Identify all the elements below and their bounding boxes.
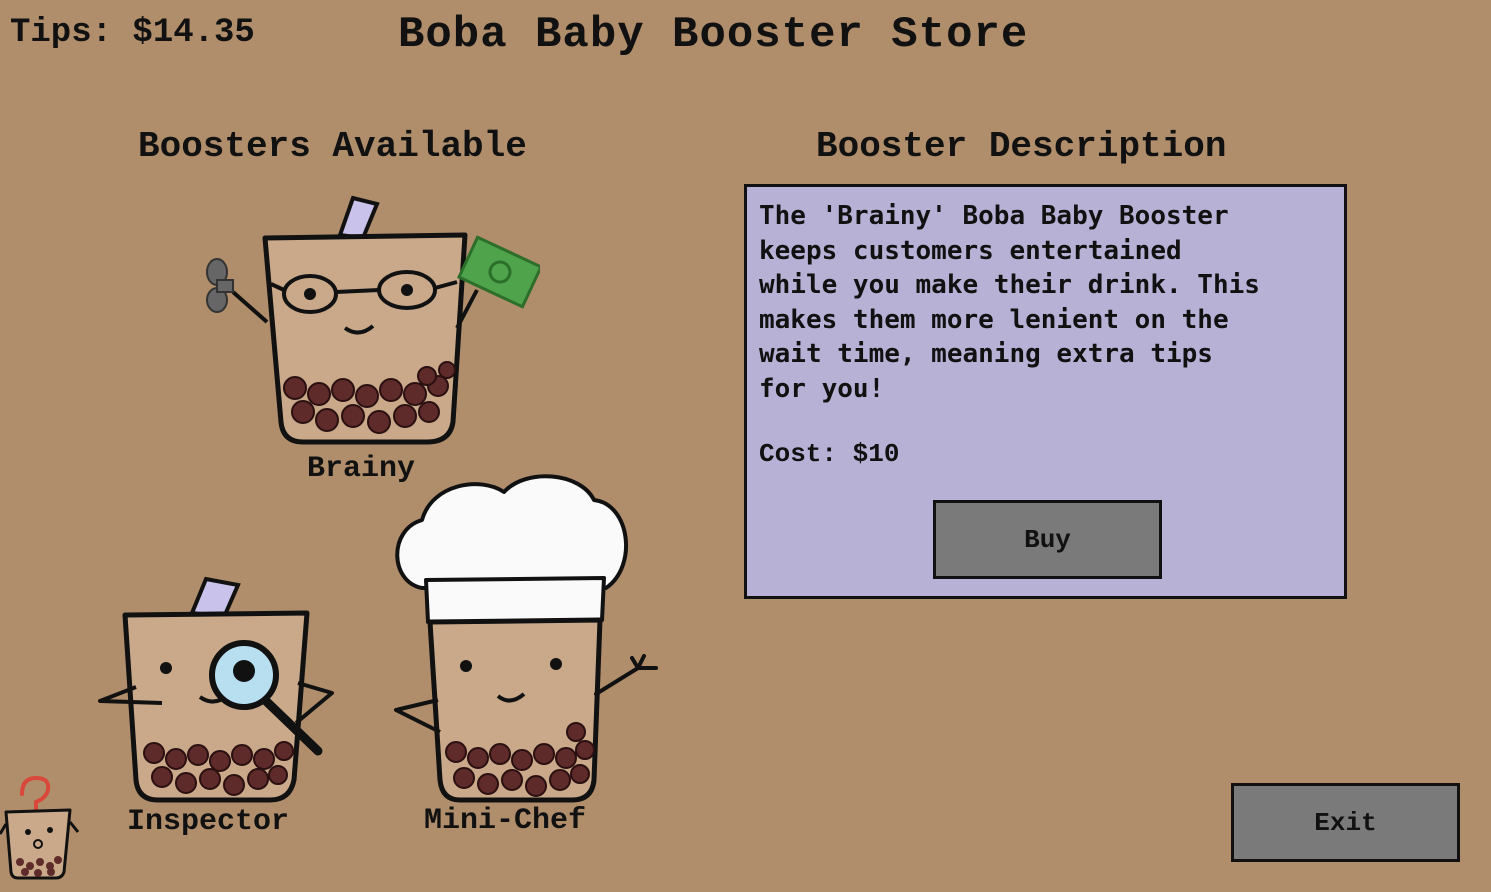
help-mascot-icon[interactable] [0, 772, 80, 882]
page-title: Boba Baby Booster Store [398, 10, 1029, 60]
booster-description-text: The 'Brainy' Boba Baby Booster keeps cus… [759, 201, 1260, 404]
inspector-boba-illustration [98, 576, 334, 803]
brainy-boba-illustration [206, 195, 540, 445]
booster-description-heading: Booster Description [816, 126, 1227, 167]
tips-display: Tips: $14.35 [10, 14, 255, 52]
booster-cost: Cost: $10 [759, 439, 900, 469]
exit-button[interactable]: Exit [1231, 783, 1460, 862]
booster-mini-chef[interactable]: Mini-Chef [380, 470, 670, 845]
booster-brainy[interactable]: Brainy [195, 190, 540, 490]
booster-label-inspector: Inspector [127, 805, 290, 839]
booster-description-panel: The 'Brainy' Boba Baby Booster keeps cus… [744, 184, 1347, 599]
boosters-available-heading: Boosters Available [138, 126, 527, 167]
booster-inspector[interactable]: Inspector [70, 575, 350, 845]
booster-label-mini-chef: Mini-Chef [424, 804, 587, 838]
mini-chef-boba-illustration [394, 474, 658, 803]
buy-button[interactable]: Buy [933, 500, 1162, 579]
